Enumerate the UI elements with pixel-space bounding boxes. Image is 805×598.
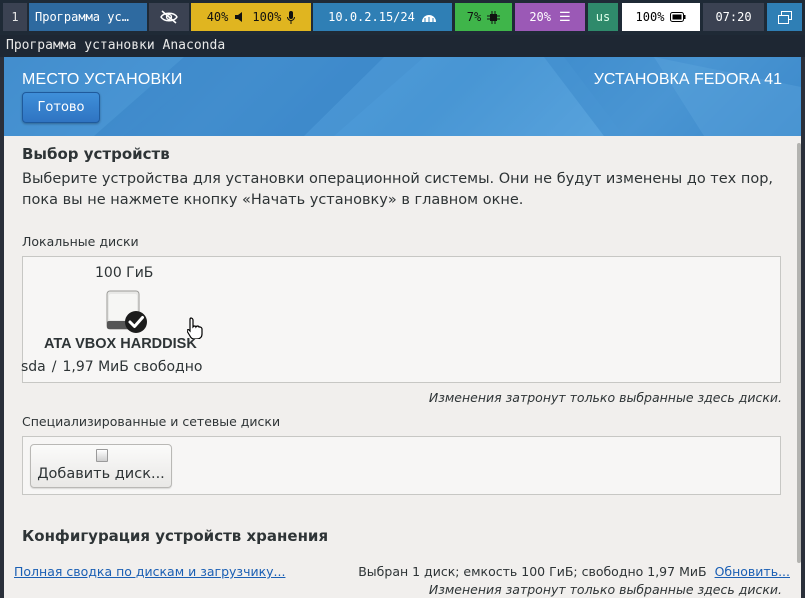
- ip-address: 10.0.2.15/24: [328, 10, 415, 24]
- specialized-disks-label: Специализированные и сетевые диски: [22, 414, 281, 429]
- device-selection-heading: Выбор устройств: [22, 145, 170, 163]
- network-indicator[interactable]: 10.0.2.15/24: [313, 3, 452, 31]
- done-button[interactable]: Готово: [22, 92, 100, 123]
- disk-device: sda: [21, 359, 46, 375]
- workspace-number: 1: [11, 10, 19, 24]
- disk-info: sda / 1,97 МиБ свободно: [21, 359, 202, 375]
- disk-name: ATA VBOX HARDDISK: [44, 336, 197, 352]
- eye-off-icon[interactable]: [149, 3, 189, 31]
- disk-small-icon: [96, 449, 108, 462]
- disk-summary-link[interactable]: Полная сводка по дискам и загрузчику...: [14, 564, 285, 579]
- harddisk-selected-icon: [106, 290, 147, 333]
- disk-size: 100 ГиБ: [95, 265, 154, 281]
- storage-config-heading: Конфигурация устройств хранения: [22, 527, 329, 545]
- mic-level: 100%: [252, 10, 282, 24]
- selection-status: Выбран 1 диск; емкость 100 ГиБ; свободно…: [358, 564, 790, 579]
- active-window-title-text: Программа ус…: [35, 10, 129, 24]
- local-disks-note: Изменения затронут только выбранные здес…: [428, 390, 782, 405]
- speaker-icon: [235, 12, 243, 22]
- battery-indicator[interactable]: 100%: [622, 3, 700, 31]
- windows-icon: [777, 10, 792, 24]
- spoke-title: МЕСТО УСТАНОВКИ: [22, 71, 183, 88]
- cpu-usage: 7%: [466, 10, 482, 24]
- audio-indicator[interactable]: 40% 100%: [191, 3, 311, 31]
- workspace-indicator[interactable]: 1: [3, 3, 27, 31]
- spoke-header: МЕСТО УСТАНОВКИ УСТАНОВКА FEDORA 41 Гото…: [4, 57, 801, 136]
- battery-level: 100%: [635, 10, 665, 24]
- cpu-indicator[interactable]: 7%: [455, 3, 512, 31]
- local-disks-panel: 100 ГиБ ATA VBOX HARDDISK sda / 1,97 МиБ…: [21, 256, 781, 383]
- disk-free-space: 1,97 МиБ свободно: [62, 359, 203, 375]
- tray-windows-icon[interactable]: [767, 3, 802, 31]
- memory-indicator[interactable]: 20% ☰: [515, 3, 585, 31]
- active-window-title[interactable]: Программа ус…: [29, 3, 147, 31]
- add-disk-button[interactable]: Добавить диск...: [30, 444, 172, 488]
- memory-usage: 20%: [529, 10, 552, 24]
- content-scrollbar[interactable]: [795, 136, 801, 598]
- disk-info-separator: /: [51, 359, 57, 375]
- add-disk-label: Добавить диск...: [37, 466, 165, 482]
- header-background: [4, 57, 801, 136]
- keyboard-layout-text: us: [595, 10, 611, 24]
- hand-cursor-icon: [187, 317, 203, 339]
- window-titlebar: Программа установки Anaconda: [0, 35, 805, 57]
- window-title: Программа установки Anaconda: [6, 38, 226, 53]
- scrollbar-thumb[interactable]: [797, 143, 801, 563]
- battery-icon: [670, 12, 686, 22]
- clock-time: 07:20: [715, 10, 752, 24]
- keyboard-layout[interactable]: us: [588, 3, 618, 31]
- cpu-icon: [487, 10, 501, 24]
- volume-level: 40%: [206, 10, 229, 24]
- specialized-disks-note: Изменения затронут только выбранные здес…: [428, 582, 782, 597]
- ethernet-icon: [421, 14, 436, 22]
- anaconda-window: МЕСТО УСТАНОВКИ УСТАНОВКА FEDORA 41 Гото…: [4, 57, 801, 598]
- local-disks-label: Локальные диски: [22, 234, 139, 249]
- product-title: УСТАНОВКА FEDORA 41: [593, 71, 782, 88]
- specialized-disks-panel: Добавить диск...: [22, 436, 781, 495]
- spoke-content: Выбор устройств Выберите устройства для …: [4, 136, 801, 598]
- refresh-link[interactable]: Обновить...: [715, 564, 790, 579]
- clock[interactable]: 07:20: [703, 3, 764, 31]
- selection-status-text: Выбран 1 диск; емкость 100 ГиБ; свободно…: [358, 564, 707, 579]
- microphone-icon: [287, 10, 296, 24]
- status-bar: 1 Программа ус… 40% 100% 10.0.2.15/24 7%…: [0, 0, 805, 35]
- eye-off-icon-svg: [160, 10, 178, 24]
- menu-lines-icon: ☰: [559, 9, 571, 25]
- device-selection-description: Выберите устройства для установки операц…: [22, 171, 774, 208]
